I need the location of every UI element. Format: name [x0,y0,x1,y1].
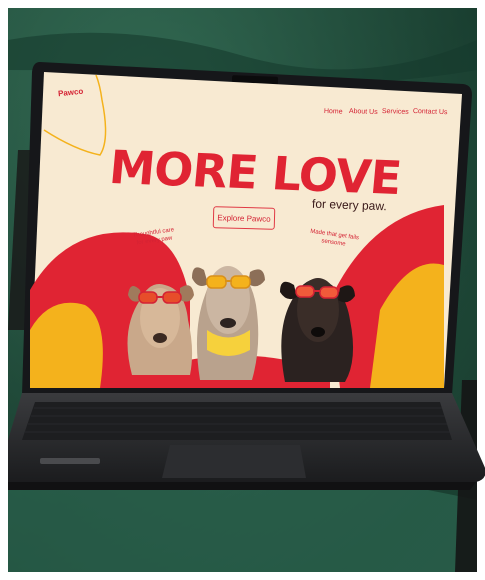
nav-services-link[interactable]: Services [382,108,409,116]
hero-subheadline: for every paw. [311,196,387,214]
dog-center [192,266,265,380]
hero-headline: MORE LOVE [107,140,404,206]
nav-contact-link[interactable]: Contact Us [413,108,448,116]
explore-button[interactable]: Explore Pawco [212,206,276,230]
dog-left [127,284,194,375]
trackpad [162,445,306,478]
nav-about-link[interactable]: About Us [349,108,378,116]
laptop-photo: Pawco Home About Us Services Contact Us … [0,0,485,580]
nav-home-link[interactable]: Home [324,108,343,116]
dog-right [280,278,355,382]
